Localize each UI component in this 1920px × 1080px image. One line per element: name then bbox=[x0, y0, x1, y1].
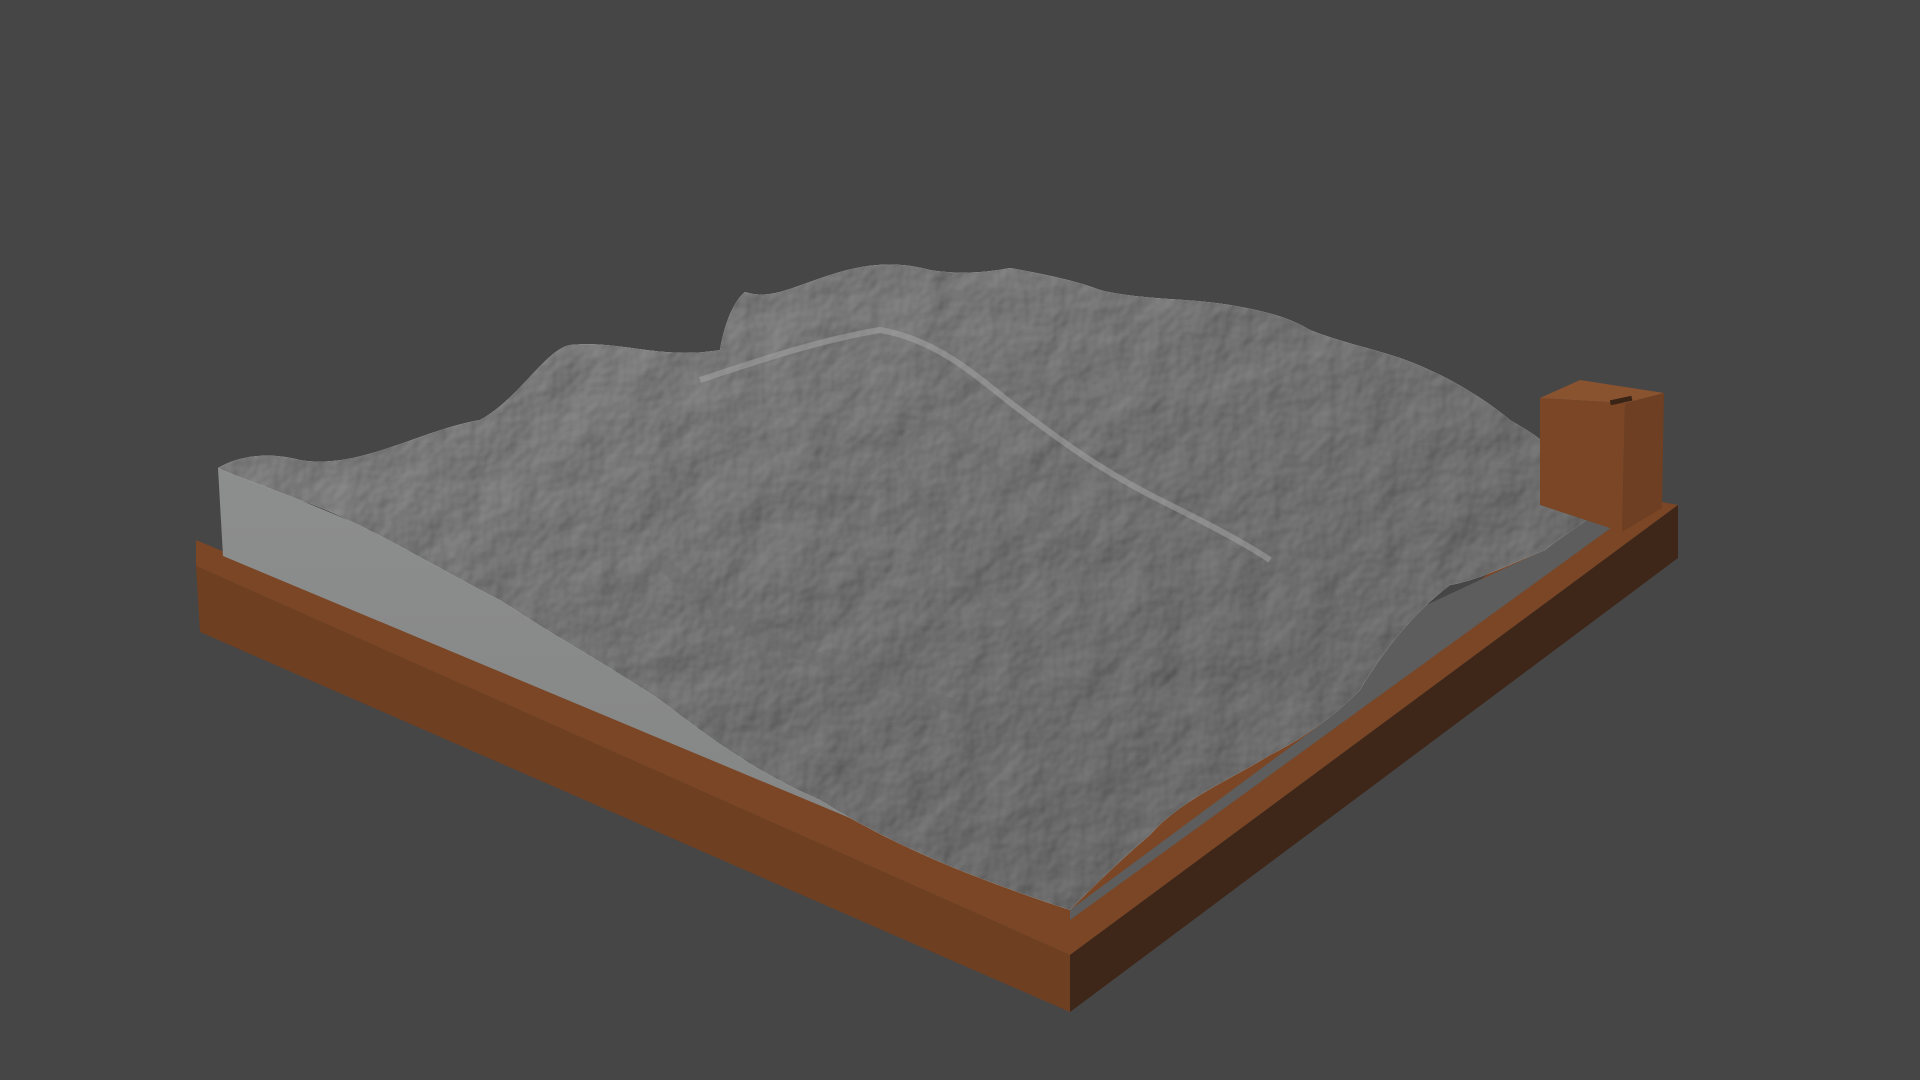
3d-viewport[interactable] bbox=[0, 0, 1920, 1080]
label-block bbox=[1540, 380, 1664, 532]
terrain-model-scene bbox=[196, 264, 1678, 1012]
